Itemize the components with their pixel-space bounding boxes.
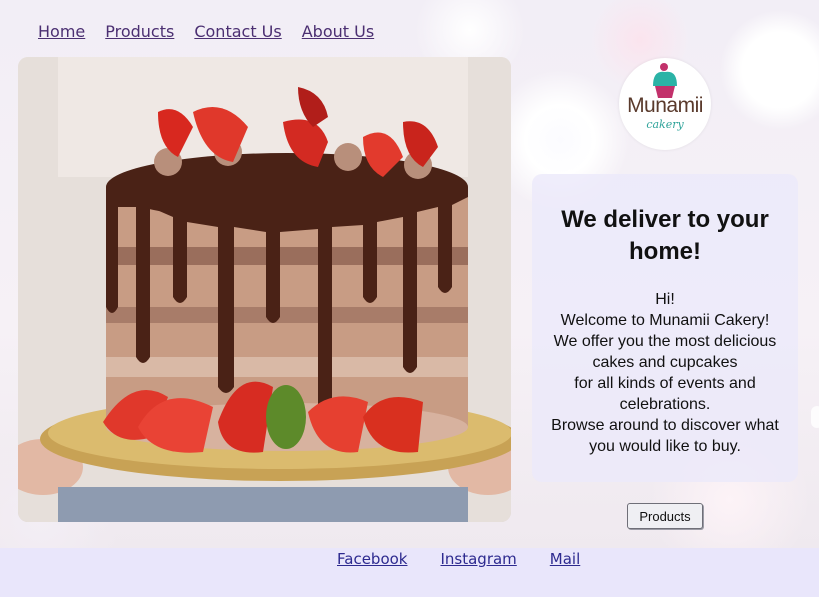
card-line-events: for all kinds of events and celebrations… bbox=[574, 375, 756, 413]
cake-illustration bbox=[18, 57, 511, 522]
card-line-browse: Browse around to discover what you would… bbox=[551, 417, 779, 455]
carousel-handle bbox=[811, 406, 819, 428]
nav-link-products[interactable]: Products bbox=[105, 22, 174, 41]
munamii-logo: Munamii cakery bbox=[619, 58, 711, 150]
footer: Facebook Instagram Mail bbox=[0, 548, 819, 597]
logo-name: Munamii bbox=[627, 94, 703, 117]
footer-link-facebook[interactable]: Facebook bbox=[337, 550, 407, 568]
delivery-info-card: We deliver to your home! Hi! Welcome to … bbox=[532, 174, 798, 482]
nav-link-contact-us[interactable]: Contact Us bbox=[194, 22, 281, 41]
card-line-greeting: Hi! bbox=[655, 291, 675, 308]
footer-link-mail[interactable]: Mail bbox=[550, 550, 580, 568]
footer-links: Facebook Instagram Mail bbox=[337, 550, 580, 568]
hero-cake-image bbox=[18, 57, 511, 522]
footer-link-instagram[interactable]: Instagram bbox=[440, 550, 516, 568]
card-line-welcome: Welcome to Munamii Cakery! bbox=[560, 312, 770, 329]
products-button[interactable]: Products bbox=[627, 503, 703, 529]
main-nav: Home Products Contact Us About Us bbox=[38, 22, 374, 41]
card-heading: We deliver to your home! bbox=[561, 206, 769, 265]
logo-tagline: cakery bbox=[646, 118, 684, 131]
nav-link-home[interactable]: Home bbox=[38, 22, 85, 41]
card-body: Hi! Welcome to Munamii Cakery! We offer … bbox=[532, 289, 798, 457]
nav-link-about-us[interactable]: About Us bbox=[302, 22, 374, 41]
card-line-offer: We offer you the most delicious cakes an… bbox=[553, 333, 777, 371]
